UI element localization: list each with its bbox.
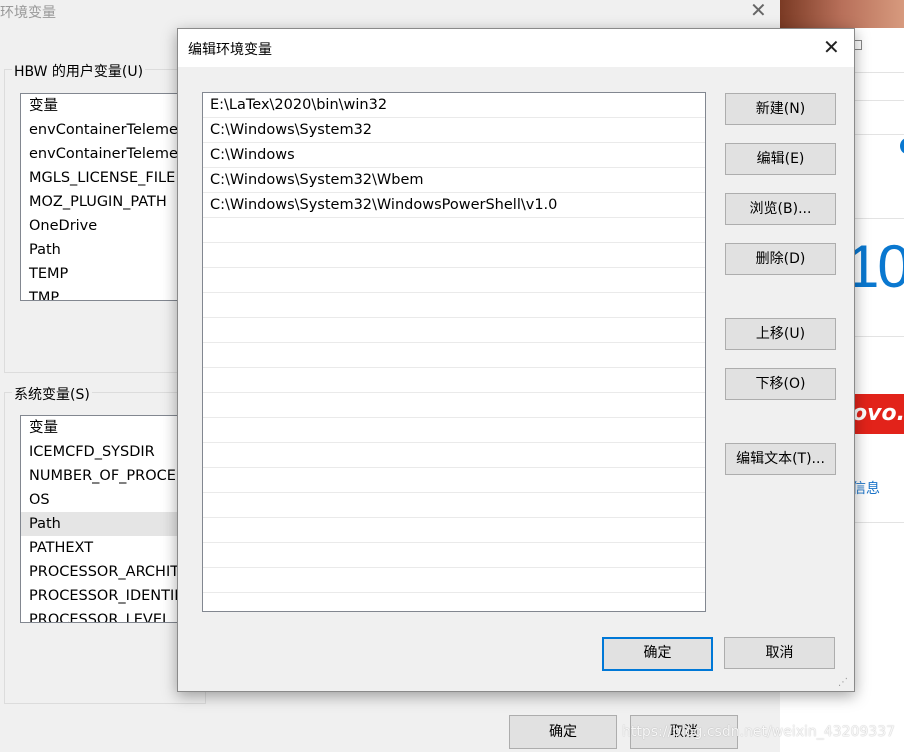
edit-text-button[interactable]: 编辑文本(T)... <box>725 443 836 475</box>
path-entry-row[interactable] <box>203 218 705 243</box>
close-icon[interactable]: ✕ <box>750 0 767 22</box>
path-entry-row[interactable] <box>203 468 705 493</box>
path-entry-row[interactable] <box>203 293 705 318</box>
dialog-titlebar: 编辑环境变量 ✕ <box>178 29 854 67</box>
move-up-button[interactable]: 上移(U) <box>725 318 836 350</box>
browse-button[interactable]: 浏览(B)... <box>725 193 836 225</box>
list-item[interactable]: PROCESSOR_IDENTIF <box>21 584 181 608</box>
env-ok-button[interactable]: 确定 <box>509 715 617 749</box>
lenovo-logo: ovo. <box>852 394 904 434</box>
list-item[interactable]: ICEMCFD_SYSDIR <box>21 440 181 464</box>
list-item[interactable]: OS <box>21 488 181 512</box>
support-info-link[interactable]: 信息 <box>852 478 880 498</box>
close-icon[interactable]: ✕ <box>823 35 840 59</box>
divider <box>852 72 904 73</box>
list-item[interactable]: PATHEXT <box>21 536 181 560</box>
path-entry-row[interactable]: C:\Windows\System32 <box>203 118 705 143</box>
path-entry-row[interactable] <box>203 418 705 443</box>
cancel-button[interactable]: 取消 <box>724 637 835 669</box>
resize-grip-icon[interactable]: ⋰ <box>838 677 848 688</box>
new-button[interactable]: 新建(N) <box>725 93 836 125</box>
divider <box>852 336 904 337</box>
path-entry-row[interactable]: C:\Windows\System32\Wbem <box>203 168 705 193</box>
list-item[interactable]: Path <box>21 238 181 262</box>
ok-button[interactable]: 确定 <box>602 637 713 671</box>
path-entry-row[interactable] <box>203 243 705 268</box>
path-entry-row[interactable] <box>203 543 705 568</box>
edit-env-var-dialog: 编辑环境变量 ✕ E:\LaTex\2020\bin\win32 C:\Windo… <box>177 28 855 692</box>
divider <box>852 100 904 101</box>
list-item[interactable]: envContainerTeleme <box>21 118 181 142</box>
list-item[interactable]: TMP <box>21 286 181 300</box>
edit-button[interactable]: 编辑(E) <box>725 143 836 175</box>
path-entry-row[interactable] <box>203 368 705 393</box>
path-entry-row[interactable] <box>203 518 705 543</box>
list-item[interactable]: OneDrive <box>21 214 181 238</box>
move-down-button[interactable]: 下移(O) <box>725 368 836 400</box>
divider <box>852 218 904 219</box>
path-entry-row[interactable]: C:\Windows <box>203 143 705 168</box>
path-entry-row[interactable] <box>203 443 705 468</box>
dialog-title: 编辑环境变量 <box>188 42 272 58</box>
list-item[interactable]: envContainerTeleme <box>21 142 181 166</box>
divider <box>852 134 904 135</box>
path-entries-list[interactable]: E:\LaTex\2020\bin\win32 C:\Windows\System… <box>202 92 706 612</box>
user-vars-label: HBW 的用户变量(U) <box>12 61 146 81</box>
system-vars-list[interactable]: 变量 ICEMCFD_SYSDIR NUMBER_OF_PROCE OS Path PAT… <box>20 415 182 623</box>
path-entry-row[interactable] <box>203 593 705 611</box>
window-title: 环境变量 <box>0 5 56 21</box>
list-item[interactable]: NUMBER_OF_PROCE <box>21 464 181 488</box>
user-vars-list[interactable]: 变量 envContainerTeleme envContainerTeleme MG… <box>20 93 182 301</box>
path-entry-row[interactable] <box>203 318 705 343</box>
column-header[interactable]: 变量 <box>21 416 181 440</box>
list-item[interactable]: MOZ_PLUGIN_PATH <box>21 190 181 214</box>
column-header[interactable]: 变量 <box>21 94 181 118</box>
list-item[interactable]: PROCESSOR_LEVEL <box>21 608 181 622</box>
divider <box>852 522 904 523</box>
wallpaper-image <box>780 0 904 28</box>
system-vars-label: 系统变量(S) <box>12 384 92 404</box>
path-entry-row[interactable] <box>203 393 705 418</box>
path-entry-row[interactable]: E:\LaTex\2020\bin\win32 <box>203 93 705 118</box>
path-entry-row[interactable]: C:\Windows\System32\WindowsPowerShell\v1… <box>203 193 705 218</box>
list-item[interactable]: MGLS_LICENSE_FILE <box>21 166 181 190</box>
path-entry-row[interactable] <box>203 343 705 368</box>
watermark: https://blog.csdn.net/weixin_43209337 <box>622 724 896 740</box>
list-item[interactable]: PROCESSOR_ARCHIT <box>21 560 181 584</box>
delete-button[interactable]: 删除(D) <box>725 243 836 275</box>
list-item[interactable]: TEMP <box>21 262 181 286</box>
path-entry-row[interactable] <box>203 268 705 293</box>
list-item[interactable]: Path <box>21 512 181 536</box>
path-entry-row[interactable] <box>203 493 705 518</box>
path-entry-row[interactable] <box>203 568 705 593</box>
